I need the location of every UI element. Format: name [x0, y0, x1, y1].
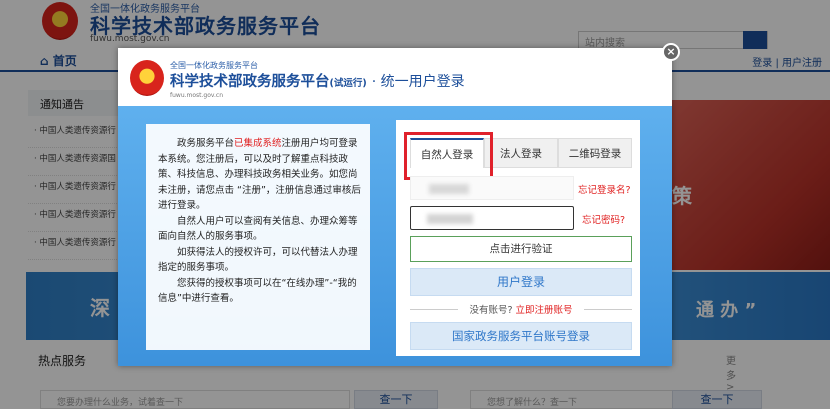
modal-domain: fuwu.most.gov.cn	[170, 92, 224, 99]
forgot-password-link[interactable]: 忘记密码?	[582, 212, 625, 226]
description-paragraph-1: 政务服务平台已集成系统注册用户均可登录本系统。您注册后，可以及时了解重点科技政策…	[158, 138, 361, 211]
login-modal: 全国一体化政务服务平台 科学技术部政务服务平台(试运行) · 统一用户登录 fu…	[118, 43, 680, 366]
description-paragraph-3: 如获得法人的授权许可，可以代替法人办理指定的服务事项。	[158, 246, 358, 274]
description-paragraph-4: 您获得的授权事项可以在“在线办理”-“我的信息”中进行查看。	[158, 277, 357, 305]
tab-legal-person[interactable]: 法人登录	[484, 138, 558, 168]
modal-body: 政务服务平台已集成系统注册用户均可登录本系统。您注册后，可以及时了解重点科技政策…	[118, 106, 672, 366]
verify-button[interactable]: 点击进行验证	[410, 236, 632, 262]
national-emblem-icon	[130, 60, 164, 96]
modal-title-main: 科学技术部政务服务平台	[170, 74, 330, 90]
login-form: 自然人登录 法人登录 二维码登录 忘记登录名? 忘记密码? 点击进行验证 用户登…	[396, 120, 640, 356]
forgot-username-link[interactable]: 忘记登录名?	[578, 182, 631, 196]
no-account-label: 没有账号?	[469, 305, 513, 316]
username-field[interactable]	[410, 176, 574, 200]
divider	[410, 309, 458, 310]
highlight-annotation-box	[404, 132, 493, 180]
login-description: 政务服务平台已集成系统注册用户均可登录本系统。您注册后，可以及时了解重点科技政策…	[146, 124, 370, 350]
blurred-password	[427, 214, 473, 224]
integrated-systems-link[interactable]: 已集成系统	[234, 138, 282, 149]
modal-title-trial: (试运行)	[329, 78, 367, 89]
description-paragraph-2: 自然人用户可以查阅有关信息、办理众筹等面向自然人的服务事项。	[158, 215, 358, 243]
modal-title: 科学技术部政务服务平台(试运行) · 统一用户登录	[170, 70, 465, 91]
close-icon[interactable]: ×	[662, 43, 680, 61]
tab-qrcode[interactable]: 二维码登录	[558, 138, 632, 168]
login-button[interactable]: 用户登录	[410, 268, 632, 296]
register-link[interactable]: 立即注册账号	[516, 305, 573, 316]
blurred-username	[429, 184, 469, 194]
modal-header: 全国一体化政务服务平台 科学技术部政务服务平台(试运行) · 统一用户登录 fu…	[118, 48, 672, 106]
no-account-row: 没有账号? 立即注册账号	[410, 302, 632, 316]
modal-subtitle: · 统一用户登录	[371, 74, 465, 90]
national-platform-login-button[interactable]: 国家政务服务平台账号登录	[410, 322, 632, 350]
password-field[interactable]	[410, 206, 574, 230]
divider	[584, 309, 632, 310]
